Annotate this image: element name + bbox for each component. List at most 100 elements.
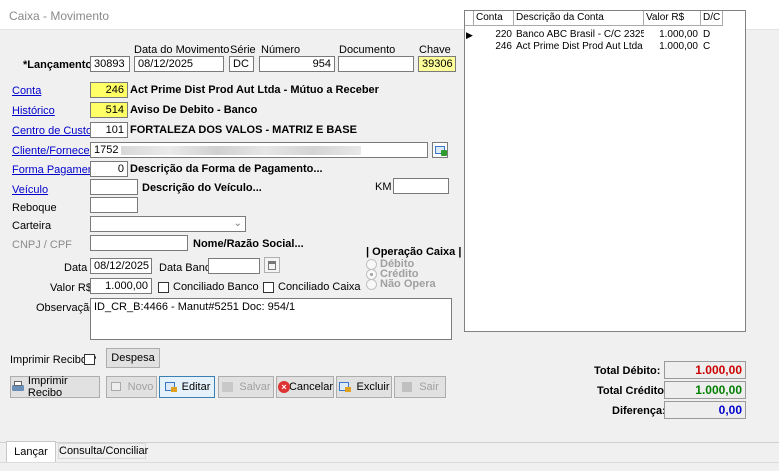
documento-input[interactable]: [338, 56, 414, 72]
km-label: KM: [375, 181, 392, 193]
total-debito-label: Total Débito:: [594, 365, 661, 377]
excluir-button[interactable]: Excluir: [336, 376, 392, 398]
novo-button[interactable]: Novo: [106, 376, 157, 398]
novo-label: Novo: [127, 381, 154, 393]
lancamento-label: *Lançamento: [23, 59, 93, 71]
add-cliente-button[interactable]: [432, 142, 448, 158]
radio-nao-opera[interactable]: Não Opera: [366, 278, 436, 290]
cliente-fornecedor-input[interactable]: 1752: [90, 142, 428, 158]
sair-button[interactable]: Sair: [394, 376, 446, 398]
despesa-button[interactable]: Despesa: [106, 348, 160, 368]
reboque-input[interactable]: [90, 197, 138, 213]
conciliado-caixa-label: Conciliado Caixa: [278, 281, 361, 293]
cancel-icon: ×: [277, 381, 290, 393]
grid-header-dc[interactable]: D/C: [701, 11, 723, 26]
editar-button[interactable]: Editar: [159, 376, 215, 398]
tab-consulta-label: Consulta/Conciliar: [59, 445, 149, 457]
salvar-label: Salvar: [239, 381, 271, 393]
valor-label: Valor R$: [50, 282, 92, 294]
conciliado-banco-checkbox[interactable]: Conciliado Banco: [158, 281, 259, 293]
imprimir-recibo-button[interactable]: Imprimir Recibo: [10, 375, 100, 399]
reboque-label: Reboque: [12, 202, 57, 214]
plus-icon: [441, 150, 447, 156]
grid-cell-descricao: Act Prime Dist Prod Aut Ltda - Mú: [516, 41, 644, 52]
veiculo-description: Descrição do Veículo...: [142, 182, 262, 194]
cancelar-button[interactable]: × Cancelar: [276, 376, 334, 398]
data-banco-input[interactable]: [208, 258, 260, 274]
calendar-button[interactable]: [264, 257, 280, 273]
serie-input[interactable]: DC: [229, 56, 254, 72]
sair-label: Sair: [419, 381, 439, 393]
diferenca-value: 0,00: [664, 401, 746, 419]
conta-description: Act Prime Dist Prod Aut Ltda - Mútuo a R…: [130, 84, 379, 96]
conta-code-input[interactable]: 246: [90, 82, 128, 98]
total-debito-value: 1.000,00: [664, 361, 746, 379]
new-window-icon: [110, 381, 124, 393]
exit-icon: [401, 381, 415, 393]
km-input[interactable]: [393, 178, 449, 194]
historico-code-input[interactable]: 514: [90, 102, 128, 118]
chave-label: Chave: [419, 44, 451, 56]
redacted-name: [121, 146, 361, 155]
imprimir-recibo-checkbox[interactable]: [84, 354, 95, 365]
grid-cell-dc: D: [703, 29, 711, 40]
observacao-label: Observação: [36, 302, 96, 314]
centro-custo-link[interactable]: Centro de Custo: [12, 125, 92, 137]
diferenca-label: Diferença:: [612, 405, 666, 417]
conta-link[interactable]: Conta: [12, 85, 41, 97]
veiculo-link[interactable]: Veículo: [12, 184, 48, 196]
printer-icon: [11, 381, 24, 393]
historico-link[interactable]: Histórico: [12, 105, 55, 117]
excluir-label: Excluir: [356, 381, 390, 393]
salvar-button[interactable]: Salvar: [218, 376, 274, 398]
forma-pagamento-code-input[interactable]: 0: [90, 161, 128, 177]
documento-label: Documento: [339, 44, 396, 56]
grid-cell-valor: 1.000,00: [659, 29, 698, 40]
radio-nao-opera-label: Não Opera: [380, 278, 436, 290]
data-input[interactable]: 08/12/2025: [90, 258, 152, 274]
nome-razao-description: Nome/Razão Social...: [193, 238, 304, 250]
historico-description: Aviso De Debito - Banco: [130, 104, 258, 116]
carteira-select[interactable]: ⌄: [90, 216, 246, 232]
imprimir-recibo-label: Imprimir Recibo: [27, 375, 68, 399]
chave-input[interactable]: 39306: [418, 56, 456, 72]
grid-cell-descricao: Banco ABC Brasil - C/C 2325036-: [516, 29, 644, 40]
centro-custo-code-input[interactable]: 101: [90, 122, 128, 138]
tab-consulta-conciliar[interactable]: Consulta/Conciliar: [58, 443, 149, 459]
despesa-label: Despesa: [111, 352, 155, 364]
edit-icon: [164, 381, 178, 393]
window-title: Caixa - Movimento: [9, 9, 110, 23]
data-movimento-input[interactable]: 08/12/2025: [134, 56, 224, 72]
grid-indicator-header: [465, 11, 474, 26]
operacao-title: | Operação Caixa |: [366, 246, 462, 258]
lancamento-input[interactable]: 30893: [90, 56, 130, 72]
numero-label: Número: [261, 44, 301, 56]
checkbox-box: [158, 281, 169, 293]
forma-pagamento-description: Descrição da Forma de Pagamento...: [130, 163, 323, 175]
checkbox-box: [263, 281, 274, 293]
veiculo-input[interactable]: [90, 179, 138, 195]
accounts-grid[interactable]: Conta Descrição da Conta Valor R$ D/C ▶ …: [464, 10, 746, 332]
total-credito-label: Total Crédito:: [597, 385, 668, 397]
grid-header-conta[interactable]: Conta: [474, 11, 514, 26]
serie-label: Série: [230, 44, 256, 56]
operacao-caixa-group: | Operação Caixa | Débito Crédito Não Op…: [362, 246, 461, 292]
valor-input[interactable]: 1.000,00: [90, 278, 152, 294]
carteira-label: Carteira: [12, 220, 52, 232]
row-pointer-icon: ▶: [466, 30, 473, 40]
tab-lancar-label: Lançar: [14, 446, 48, 458]
grid-header-descricao[interactable]: Descrição da Conta: [514, 11, 644, 26]
data-movimento-label: Data do Movimento: [134, 44, 230, 56]
chevron-down-icon: ⌄: [233, 218, 242, 229]
observacao-textarea[interactable]: ID_CR_B:4466 - Manut#5251 Doc: 954/1: [90, 298, 452, 340]
cnpj-input[interactable]: [90, 235, 188, 251]
tab-lancar[interactable]: Lançar: [6, 441, 56, 462]
grid-header-valor[interactable]: Valor R$: [644, 11, 701, 26]
numero-input[interactable]: 954: [259, 56, 335, 72]
total-credito-value: 1.000,00: [664, 381, 746, 399]
cnpj-label: CNPJ / CPF: [12, 239, 72, 251]
data-label: Data: [64, 262, 88, 274]
grid-cell-dc: C: [703, 41, 711, 52]
conciliado-caixa-checkbox[interactable]: Conciliado Caixa: [263, 281, 361, 293]
save-icon: [221, 381, 235, 393]
